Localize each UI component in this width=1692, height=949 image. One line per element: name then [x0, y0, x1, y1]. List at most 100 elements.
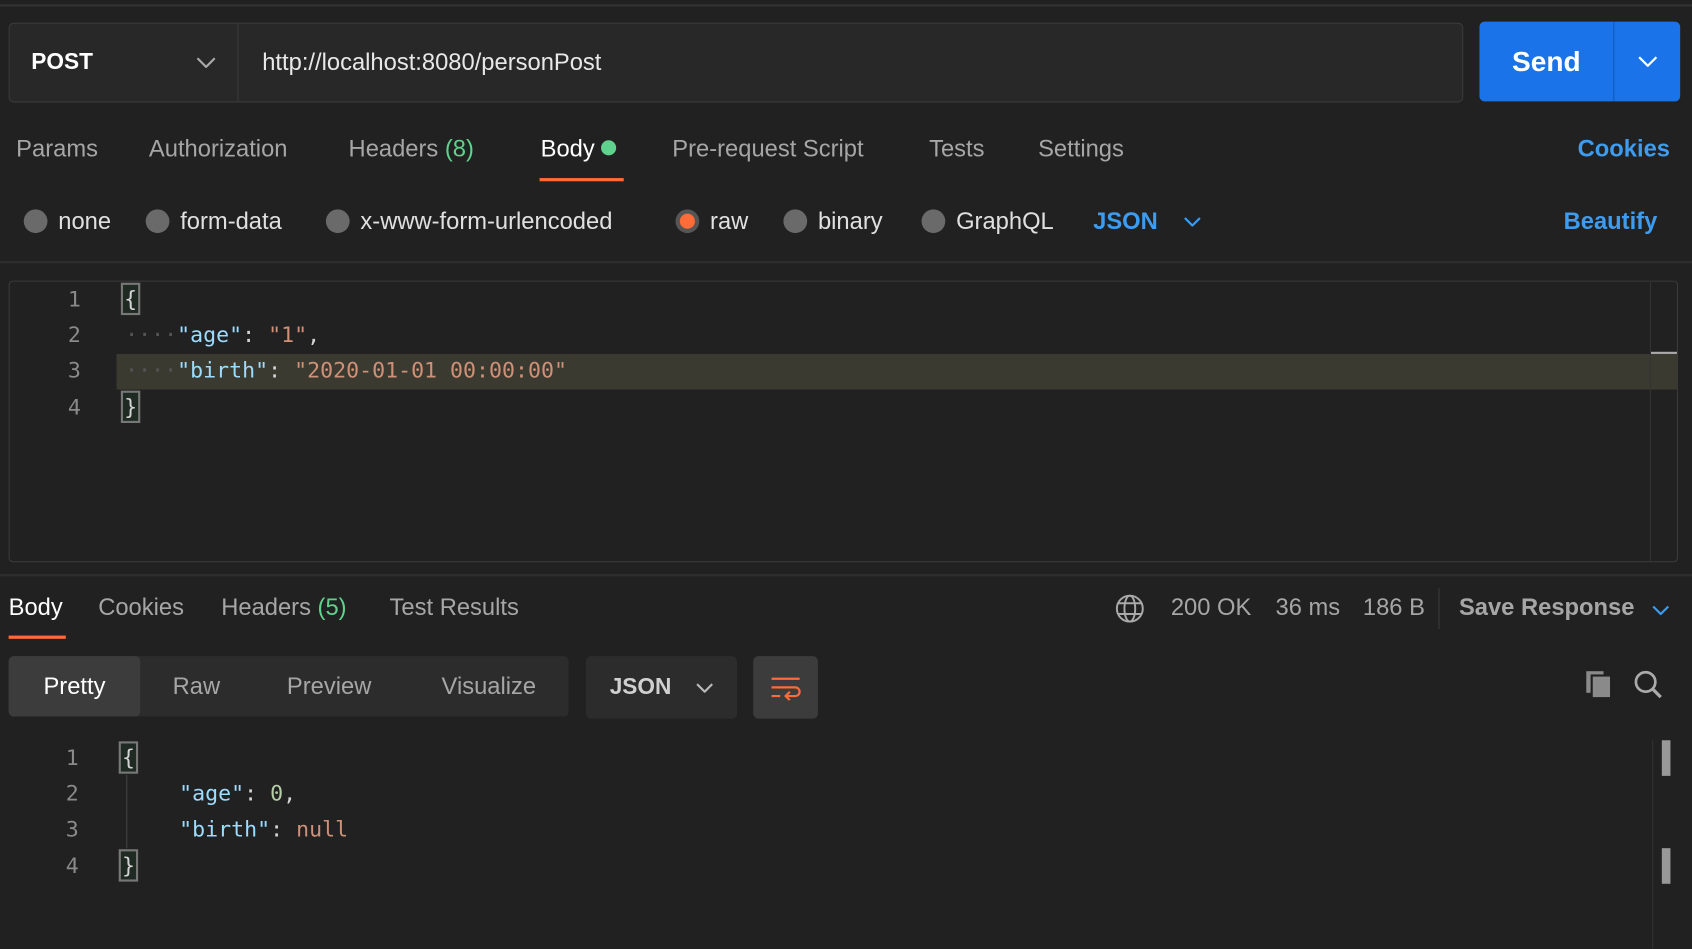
tab-pre-request-script[interactable]: Pre-request Script — [672, 135, 863, 163]
url-input[interactable]: http://localhost:8080/personPost — [262, 24, 601, 102]
pane-resize-handle[interactable] — [0, 574, 1692, 577]
radio-label: GraphQL — [956, 207, 1054, 235]
scrollbar-marker — [1661, 848, 1671, 884]
tab-settings[interactable]: Settings — [1038, 135, 1124, 163]
radio-label: raw — [710, 207, 749, 235]
json-value: "2020-01-01 00:00:00" — [294, 357, 567, 384]
line-number: 4 — [65, 852, 79, 879]
chevron-down-icon — [1638, 56, 1658, 67]
line-number: 2 — [65, 780, 79, 807]
line-number: 3 — [65, 815, 79, 842]
line-number: 1 — [65, 744, 79, 771]
radio-label: binary — [817, 207, 883, 235]
tab-authorization[interactable]: Authorization — [149, 135, 288, 163]
radio-circle — [23, 209, 48, 234]
response-size[interactable]: 186 B — [1363, 594, 1425, 622]
view-raw[interactable]: Raw — [140, 656, 252, 716]
view-preview[interactable]: Preview — [263, 656, 395, 716]
language-select[interactable]: JSON — [1093, 207, 1201, 235]
line-number: 2 — [67, 321, 81, 348]
response-tab-underline — [8, 635, 66, 639]
response-scrollbar-track[interactable] — [1652, 740, 1654, 949]
save-response-label: Save Response — [1458, 593, 1635, 621]
tab-params[interactable]: Params — [16, 135, 98, 163]
close-brace: } — [118, 849, 139, 882]
view-pretty[interactable]: Pretty — [8, 656, 141, 717]
status-code[interactable]: 200 OK — [1171, 594, 1252, 622]
search-icon[interactable] — [1633, 669, 1663, 699]
radio-circle-selected — [675, 209, 700, 234]
indent-guide — [126, 774, 128, 849]
json-key: "birth" — [179, 815, 271, 842]
chevron-down-icon — [1652, 605, 1669, 616]
view-mode-segmented: Pretty Raw Preview Visualize — [8, 656, 569, 717]
tab-body-label: Body — [540, 134, 595, 162]
radio-raw[interactable]: raw — [675, 207, 749, 235]
send-options-dropdown[interactable] — [1613, 21, 1681, 102]
line-number: 3 — [67, 357, 81, 384]
radio-label: none — [58, 207, 112, 235]
radio-none[interactable]: none — [23, 207, 112, 235]
send-button[interactable]: Send — [1479, 21, 1681, 102]
tab-label: Headers — [221, 593, 311, 621]
language-label: JSON — [1093, 207, 1158, 235]
response-time[interactable]: 36 ms — [1275, 594, 1340, 622]
line-number: 4 — [67, 393, 81, 420]
radio-label: x-www-form-urlencoded — [360, 207, 613, 235]
wrap-lines-button[interactable] — [753, 656, 818, 719]
radio-circle — [783, 209, 808, 234]
code-line: ····"age": "1", — [125, 321, 321, 348]
scrollbar-marker — [1661, 740, 1671, 776]
json-value: "1" — [268, 321, 308, 348]
json-value: 0 — [270, 780, 284, 807]
radio-circle — [145, 209, 170, 234]
format-label: JSON — [609, 674, 672, 700]
send-label: Send — [1512, 45, 1581, 78]
json-value: null — [296, 815, 349, 842]
beautify-button[interactable]: Beautify — [1564, 207, 1658, 235]
open-brace: { — [118, 741, 139, 774]
divider — [1438, 588, 1440, 630]
chevron-down-icon — [196, 57, 216, 68]
line-number: 1 — [67, 285, 81, 312]
headers-count: (8) — [444, 134, 474, 162]
response-tab-test-results[interactable]: Test Results — [390, 594, 519, 622]
editor-scrollbar-marker — [1651, 351, 1677, 354]
radio-binary[interactable]: binary — [783, 207, 883, 235]
top-divider — [0, 4, 1692, 7]
radio-graphql[interactable]: GraphQL — [921, 207, 1054, 235]
tab-headers[interactable]: Headers (8) — [349, 135, 474, 163]
chevron-down-icon — [1184, 216, 1201, 227]
response-tab-headers[interactable]: Headers (5) — [221, 594, 346, 622]
code-line: "age": 0, — [179, 780, 297, 807]
json-key: "age" — [179, 780, 245, 807]
tab-tests[interactable]: Tests — [929, 135, 984, 163]
method-label: POST — [31, 49, 94, 75]
radio-circle — [921, 209, 946, 234]
json-key: "birth" — [177, 357, 269, 384]
tab-body[interactable]: Body — [541, 135, 617, 163]
response-tab-body[interactable]: Body — [9, 594, 63, 622]
radio-urlencoded[interactable]: x-www-form-urlencoded — [325, 207, 613, 235]
save-response-button[interactable]: Save Response — [1459, 594, 1669, 622]
response-tab-cookies[interactable]: Cookies — [98, 594, 184, 622]
chevron-down-icon — [696, 682, 713, 693]
radio-label: form-data — [180, 207, 282, 235]
editor-scrollbar-track[interactable] — [1649, 282, 1652, 562]
wrap-lines-icon — [771, 677, 801, 701]
body-indicator-dot — [601, 140, 617, 156]
request-bar: POST http://localhost:8080/personPost — [8, 22, 1464, 103]
view-visualize[interactable]: Visualize — [419, 656, 559, 716]
method-select[interactable]: POST — [10, 23, 239, 102]
headers-count: (5) — [317, 593, 347, 621]
cookies-link[interactable]: Cookies — [1578, 135, 1670, 163]
globe-icon[interactable] — [1115, 594, 1145, 624]
active-tab-underline — [539, 178, 624, 182]
code-line: ····"birth": "2020-01-01 00:00:00" — [125, 357, 567, 384]
copy-icon[interactable] — [1584, 669, 1614, 700]
open-brace: { — [120, 282, 141, 316]
close-brace: } — [120, 390, 141, 424]
response-format-select[interactable]: JSON — [585, 656, 738, 719]
radio-form-data[interactable]: form-data — [145, 207, 282, 235]
json-key: "age" — [177, 321, 243, 348]
